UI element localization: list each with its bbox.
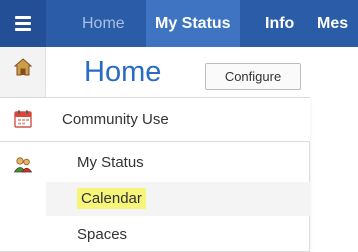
dropdown-item-label-highlighted: Calendar bbox=[77, 188, 146, 209]
dropdown-header-label: Community Use bbox=[62, 111, 169, 128]
dropdown-item-spaces[interactable]: Spaces bbox=[46, 218, 310, 252]
nav-tab-my-status[interactable]: My Status bbox=[146, 0, 240, 47]
calendar-icon bbox=[14, 110, 32, 128]
dropdown-item-label: My Status bbox=[77, 154, 144, 171]
nav-tab-home[interactable]: Home bbox=[82, 0, 125, 47]
dropdown-item-my-status[interactable]: My Status bbox=[46, 146, 310, 180]
configure-button[interactable]: Configure bbox=[205, 63, 301, 90]
home-icon[interactable] bbox=[13, 57, 33, 77]
nav-tab-info[interactable]: Info bbox=[265, 0, 294, 47]
hamburger-menu-icon[interactable] bbox=[0, 0, 46, 47]
page-title: Home bbox=[84, 56, 162, 88]
dropdown-header[interactable]: Community Use bbox=[0, 98, 310, 142]
nav-tab-messages[interactable]: Mes bbox=[317, 0, 348, 47]
people-icon[interactable] bbox=[13, 155, 33, 175]
community-use-dropdown: Community Use My Status Calendar Spaces bbox=[0, 97, 310, 252]
dropdown-item-calendar[interactable]: Calendar bbox=[46, 182, 310, 216]
top-navigation-bar: Home My Status Info Mes bbox=[0, 0, 358, 47]
dropdown-item-label: Spaces bbox=[77, 226, 128, 243]
